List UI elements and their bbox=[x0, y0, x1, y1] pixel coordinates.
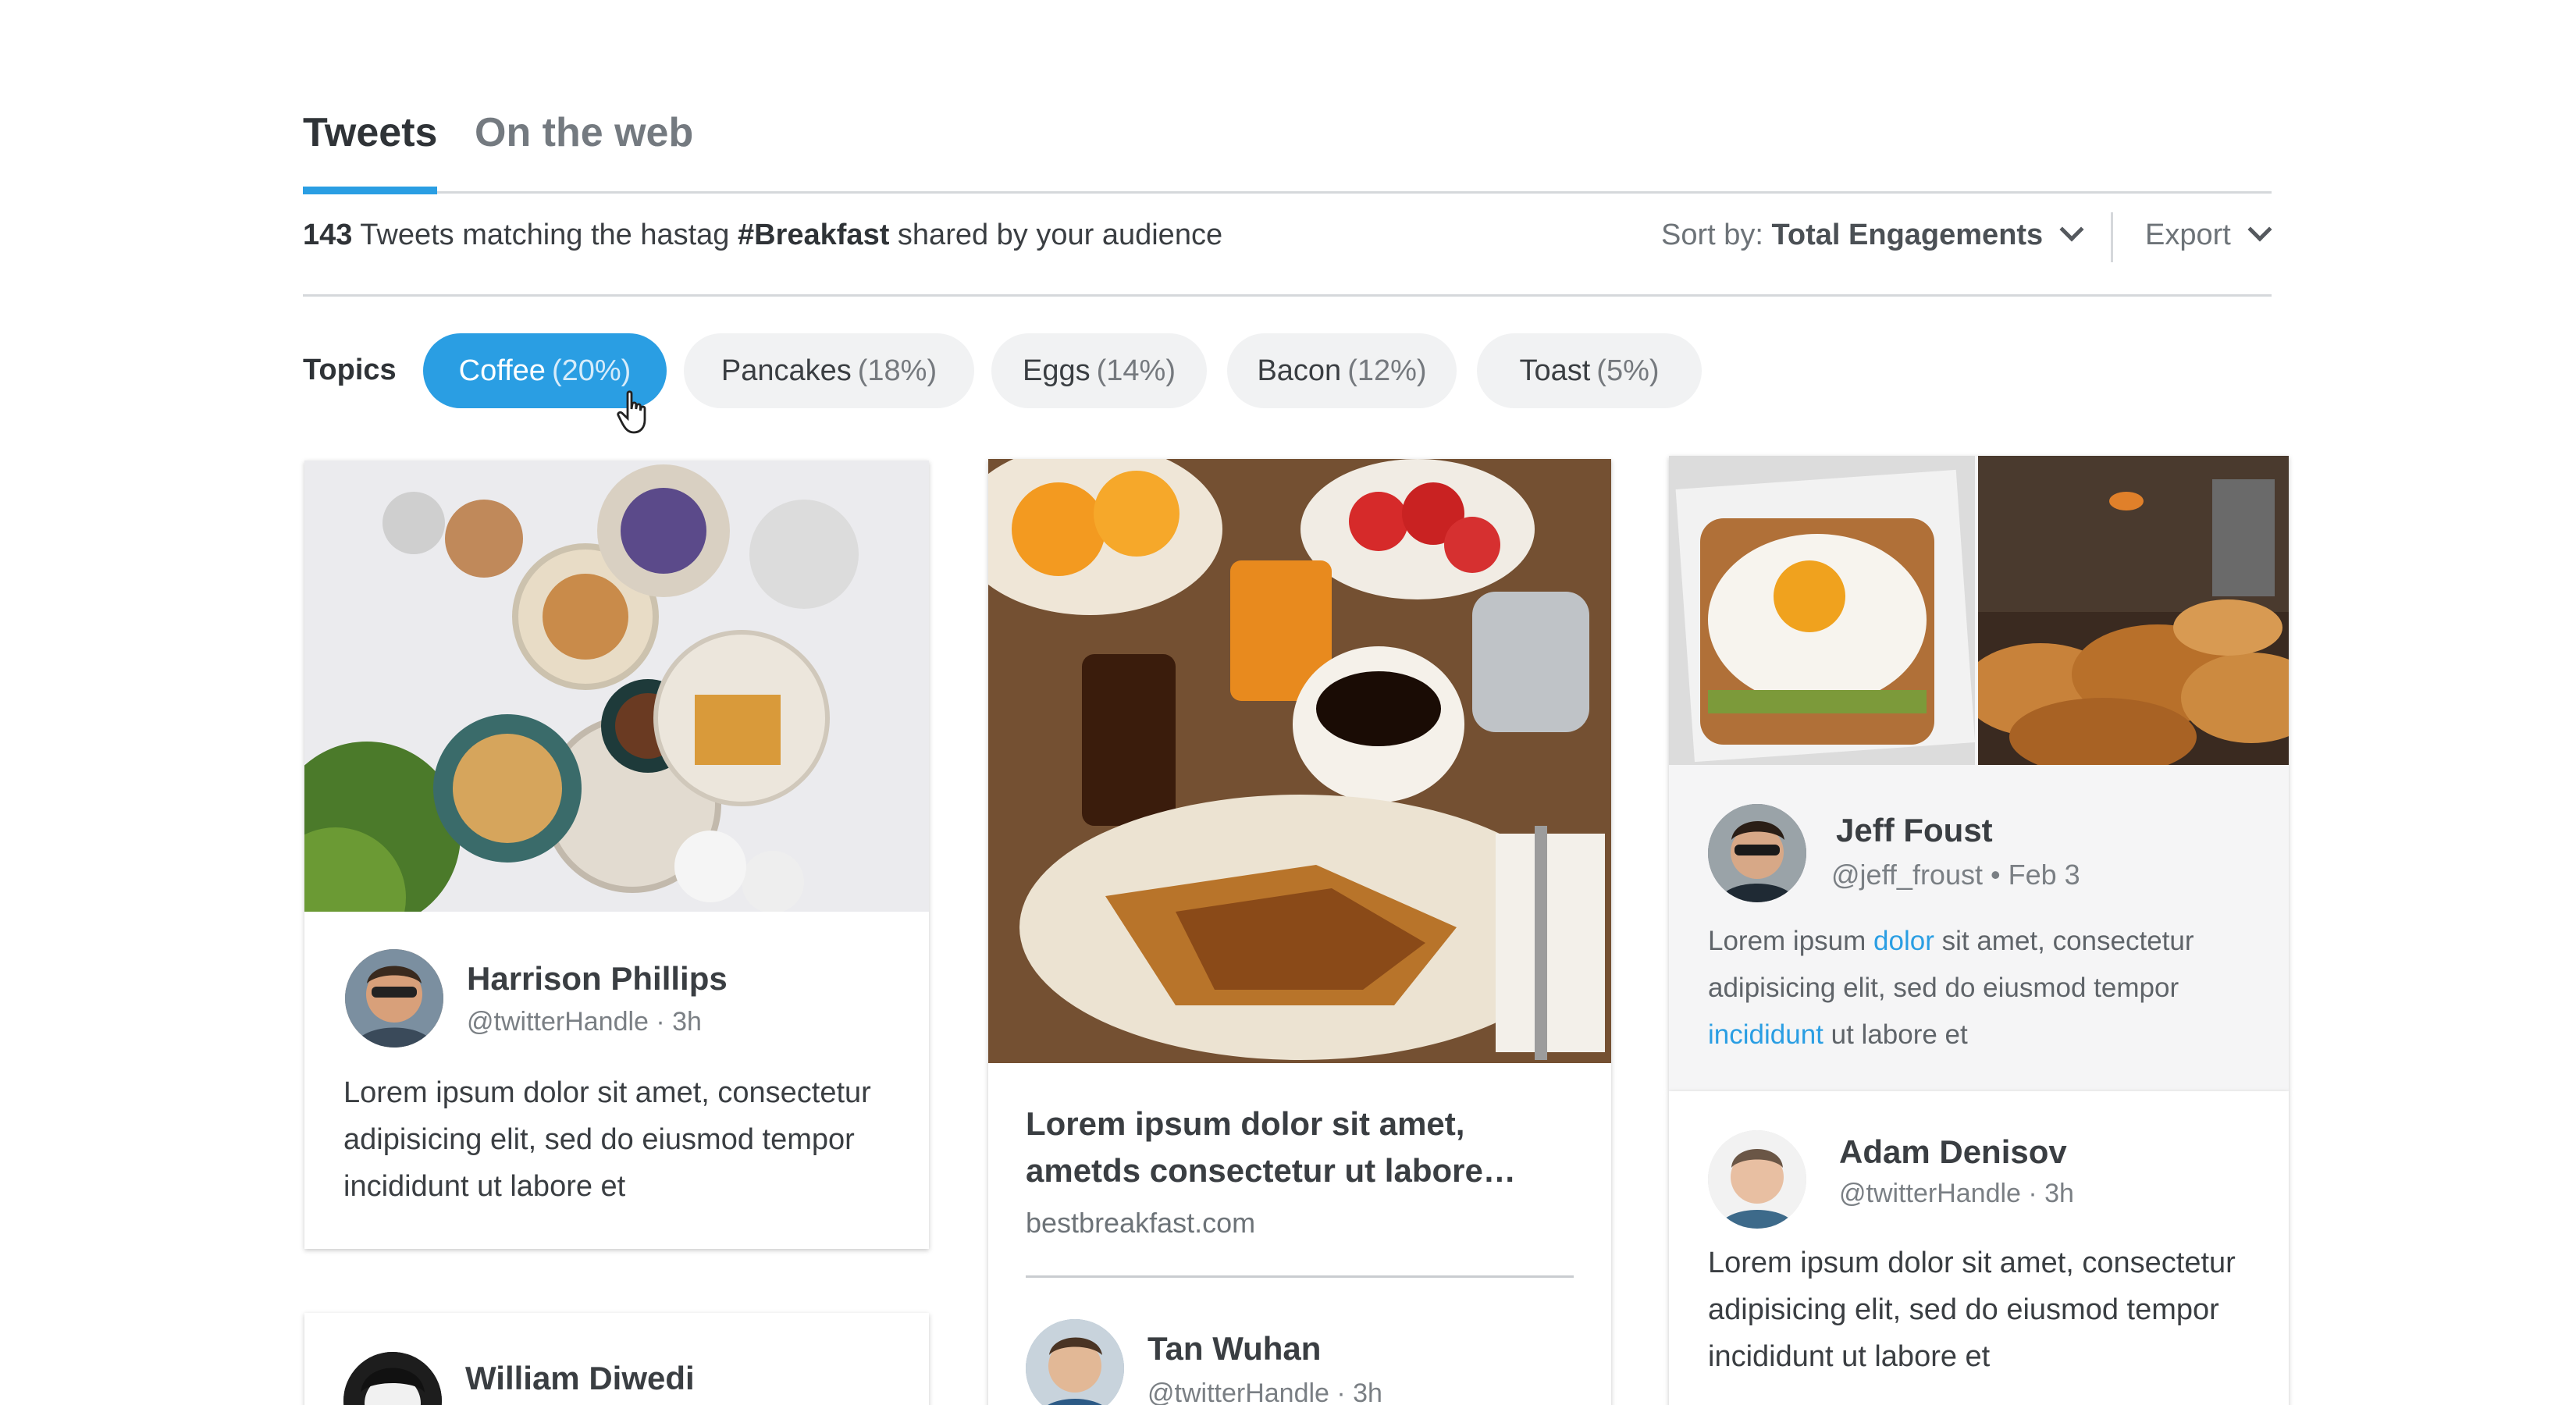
summary-text-before: Tweets matching the hastag bbox=[360, 219, 730, 251]
tweet-card[interactable]: Adam Denisov @twitterHandle · 3h Lorem i… bbox=[1669, 1091, 2289, 1405]
author-handle: @twitterHandle · 3h bbox=[1147, 1378, 1382, 1405]
author-handle: @jeff_froust • Feb 3 bbox=[1831, 859, 2080, 891]
author-name[interactable]: Jeff Foust bbox=[1836, 812, 1993, 849]
tab-tweets[interactable]: Tweets bbox=[303, 109, 437, 156]
author-name[interactable]: Adam Denisov bbox=[1839, 1133, 2067, 1171]
highlighted-keyword[interactable]: incididunt bbox=[1708, 1019, 1823, 1050]
sort-dropdown[interactable]: Sort by: Total Engagements bbox=[1661, 217, 2084, 252]
tweet-text: Lorem ipsum dolor sit amet, consectetur … bbox=[1708, 1247, 2236, 1373]
topic-percent: (20%) bbox=[551, 354, 632, 387]
article-headline[interactable]: Lorem ipsum dolor sit amet, ametds conse… bbox=[1026, 1101, 1572, 1194]
avatar[interactable] bbox=[1708, 1130, 1806, 1229]
tab-bar: Tweets On the web bbox=[303, 101, 2272, 194]
author-handle: @twitterHandle · 3h bbox=[467, 1007, 702, 1037]
hashtag: #Breakfast bbox=[738, 219, 890, 251]
tweet-card[interactable]: Jeff Foust @jeff_froust • Feb 3 Lorem ip… bbox=[1669, 456, 2289, 1091]
topic-chip-bacon[interactable]: Bacon (12%) bbox=[1227, 333, 1457, 408]
croissants-image bbox=[1978, 456, 2289, 765]
divider bbox=[2111, 212, 2113, 262]
article-source[interactable]: bestbreakfast.com bbox=[1026, 1207, 1255, 1240]
chevron-down-icon bbox=[2247, 217, 2272, 242]
author-name[interactable]: Tan Wuhan bbox=[1147, 1330, 1321, 1368]
topic-chip-pancakes[interactable]: Pancakes (18%) bbox=[684, 333, 974, 408]
topic-chip-toast[interactable]: Toast (5%) bbox=[1477, 333, 1702, 408]
tweet-text: Lorem ipsum dolor sit amet, consectetur … bbox=[1708, 918, 2270, 1058]
avatar[interactable] bbox=[1708, 804, 1806, 902]
avatar[interactable] bbox=[1026, 1319, 1124, 1405]
author-name[interactable]: William Diwedi bbox=[465, 1360, 695, 1397]
highlighted-keyword[interactable]: dolor bbox=[1873, 926, 1934, 956]
summary-bar: 143 Tweets matching the hastag #Breakfas… bbox=[303, 195, 2272, 297]
topic-percent: (12%) bbox=[1347, 354, 1427, 387]
avatar[interactable] bbox=[343, 1352, 442, 1405]
tweet-card[interactable]: Harrison Phillips @twitterHandle · 3h Lo… bbox=[304, 461, 929, 1249]
article-card[interactable]: Lorem ipsum dolor sit amet, ametds conse… bbox=[988, 459, 1611, 1405]
topic-percent: (14%) bbox=[1096, 354, 1176, 387]
topic-name: Eggs bbox=[1023, 354, 1091, 387]
summary-text: 143 Tweets matching the hastag #Breakfas… bbox=[303, 219, 1222, 252]
sort-value: Total Engagements bbox=[1771, 219, 2044, 251]
topic-chip-eggs[interactable]: Eggs (14%) bbox=[991, 333, 1207, 408]
tweet-card[interactable]: William Diwedi bbox=[304, 1313, 929, 1405]
egg-toast-image bbox=[1669, 456, 1975, 765]
topic-name: Bacon bbox=[1257, 354, 1342, 387]
sort-label: Sort by: bbox=[1661, 219, 1763, 251]
text-part: ut labore et bbox=[1831, 1019, 1968, 1050]
hand-cursor-icon bbox=[617, 390, 646, 434]
topic-name: Toast bbox=[1519, 354, 1591, 387]
divider bbox=[1026, 1275, 1574, 1278]
export-label: Export bbox=[2145, 219, 2231, 251]
tweet-count: 143 bbox=[303, 219, 353, 251]
breakfast-spread-image bbox=[304, 461, 929, 912]
topic-percent: (5%) bbox=[1596, 354, 1660, 387]
topic-percent: (18%) bbox=[857, 354, 938, 387]
chevron-down-icon bbox=[2059, 217, 2084, 242]
french-toast-image bbox=[988, 459, 1611, 1063]
tab-on-the-web[interactable]: On the web bbox=[475, 109, 693, 156]
tweet-text: Lorem ipsum dolor sit amet, consectetur … bbox=[343, 1076, 871, 1203]
active-tab-indicator bbox=[303, 187, 437, 194]
topic-name: Pancakes bbox=[720, 354, 852, 387]
export-dropdown[interactable]: Export bbox=[2145, 217, 2272, 252]
text-part: Lorem ipsum bbox=[1708, 926, 1866, 956]
summary-text-after: shared by your audience bbox=[897, 219, 1223, 251]
author-handle: @twitterHandle · 3h bbox=[1839, 1179, 2074, 1208]
page: Tweets On the web 143 Tweets matching th… bbox=[0, 0, 2576, 1405]
author-name[interactable]: Harrison Phillips bbox=[467, 960, 728, 998]
topics-label: Topics bbox=[303, 354, 397, 386]
avatar[interactable] bbox=[345, 949, 443, 1048]
topic-name: Coffee bbox=[458, 354, 546, 387]
